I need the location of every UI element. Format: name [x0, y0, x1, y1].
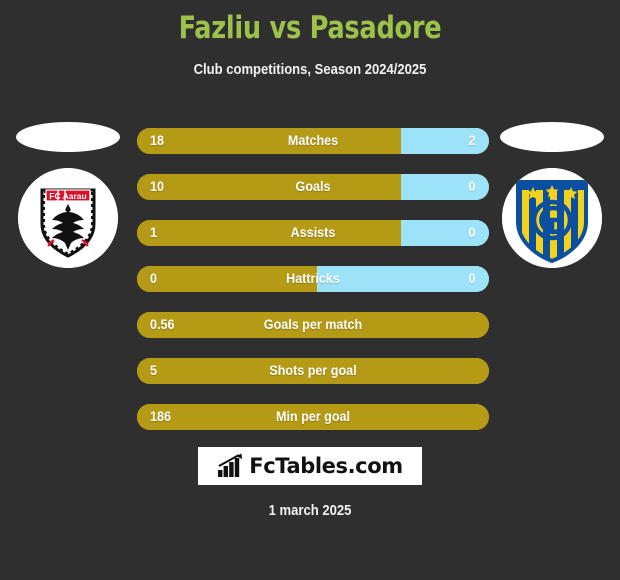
stat-away-value: 0: [469, 271, 476, 286]
stat-label: Assists: [290, 225, 336, 240]
home-player-photo: [16, 122, 120, 152]
away-player-photo: [500, 122, 604, 152]
stat-row: 0 Hattricks 0: [137, 266, 489, 292]
stat-row: 5 Shots per goal: [137, 358, 489, 384]
page-title: Fazliu vs Pasadore: [178, 10, 442, 46]
stat-label: Min per goal: [276, 409, 350, 424]
stat-label: Matches: [287, 133, 339, 148]
page-subtitle: Club competitions, Season 2024/2025: [193, 62, 427, 78]
stat-row: 18 Matches 2: [137, 128, 489, 154]
fctables-brand-text: FcTables.com: [249, 454, 403, 478]
stat-row: 0.56 Goals per match: [137, 312, 489, 338]
fctables-brand-badge[interactable]: FcTables.com: [198, 447, 422, 485]
sportivo-luqueno-crest-icon: [502, 168, 602, 268]
away-club-crest: [502, 168, 602, 268]
stat-label: Goals per match: [263, 317, 363, 332]
home-player-panel: FC Aarau: [0, 110, 136, 290]
stat-away-value: 0: [469, 225, 476, 240]
home-club-crest: FC Aarau: [18, 168, 118, 268]
stats-comparison-list: 18 Matches 2 10 Goals 0 1 Assists 0 0 Ha…: [137, 128, 489, 450]
svg-text:FC Aarau: FC Aarau: [49, 191, 86, 201]
stat-row: 186 Min per goal: [137, 404, 489, 430]
stat-row: 10 Goals 0: [137, 174, 489, 200]
footer-date: 1 march 2025: [268, 503, 352, 519]
away-player-panel: [484, 110, 620, 290]
stat-label: Hattricks: [286, 271, 340, 286]
stat-label: Shots per goal: [269, 363, 357, 378]
fc-aarau-crest-icon: FC Aarau: [18, 168, 118, 268]
bar-chart-trend-icon: [218, 453, 243, 477]
stat-label: Goals: [295, 179, 331, 194]
stat-away-value: 0: [469, 179, 476, 194]
stat-away-value: 2: [469, 133, 476, 148]
stat-row: 1 Assists 0: [137, 220, 489, 246]
